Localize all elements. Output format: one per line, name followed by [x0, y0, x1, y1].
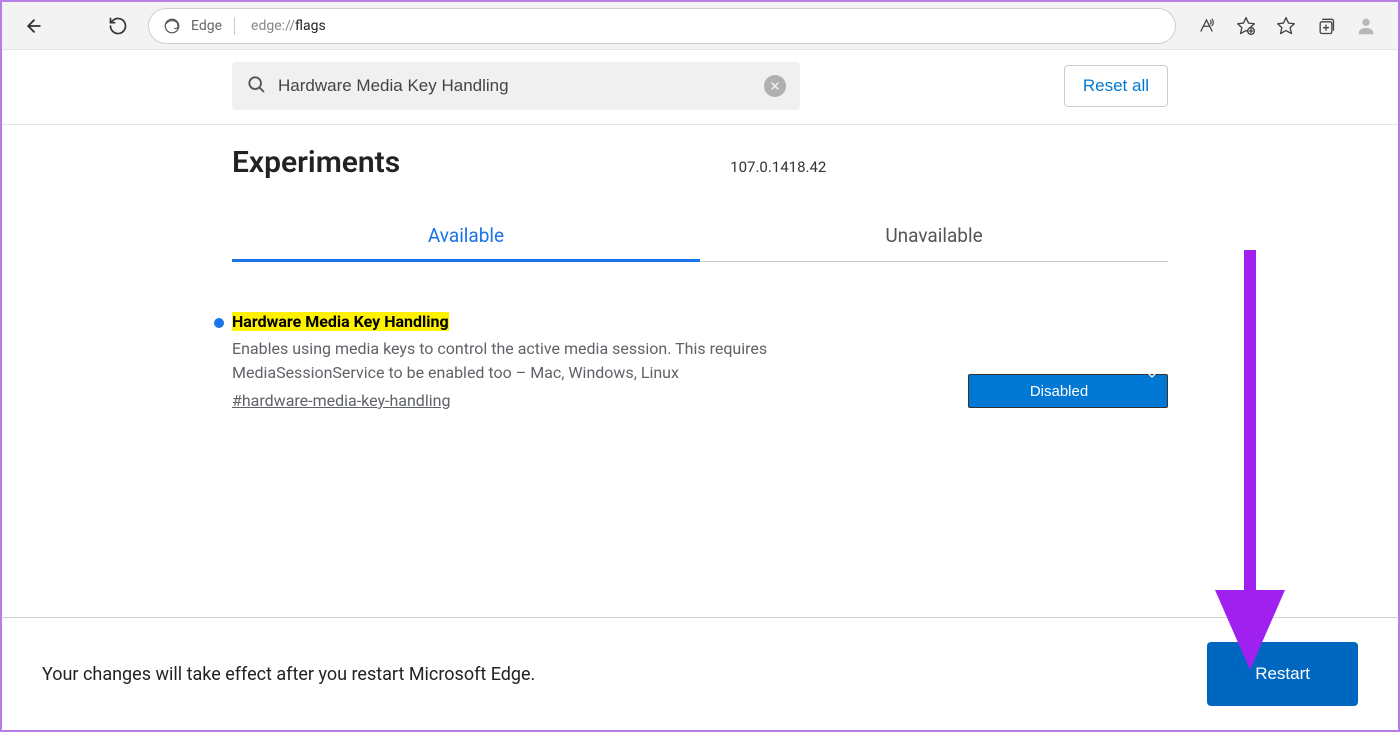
flags-search[interactable] — [232, 62, 800, 110]
flag-description: Enables using media keys to control the … — [232, 337, 832, 385]
flags-header: Reset all — [2, 50, 1398, 125]
read-aloud-icon[interactable] — [1188, 8, 1224, 44]
flag-title: Hardware Media Key Handling — [232, 312, 449, 331]
add-favorite-icon[interactable] — [1228, 8, 1264, 44]
page-title: Experiments — [232, 145, 400, 180]
url-prefix: edge:// — [251, 18, 295, 34]
back-button[interactable] — [16, 8, 52, 44]
flags-tabs: Available Unavailable — [232, 210, 1168, 262]
title-row: Experiments 107.0.1418.42 — [2, 125, 1398, 180]
address-label: Edge — [191, 18, 222, 34]
flag-main: Hardware Media Key Handling Enables usin… — [232, 312, 928, 410]
restart-bar: Your changes will take effect after you … — [2, 617, 1398, 730]
restart-button[interactable]: Restart — [1207, 642, 1358, 706]
profile-icon[interactable] — [1348, 8, 1384, 44]
clear-search-button[interactable] — [764, 75, 786, 97]
reset-all-button[interactable]: Reset all — [1064, 65, 1168, 107]
collections-icon[interactable] — [1308, 8, 1344, 44]
flag-state-select[interactable]: Disabled — [968, 374, 1168, 408]
flag-select-wrap: Disabled — [968, 344, 1168, 408]
url-path: flags — [295, 18, 326, 34]
edge-logo-icon — [163, 17, 181, 35]
restart-message: Your changes will take effect after you … — [42, 664, 535, 685]
tab-available[interactable]: Available — [232, 210, 700, 261]
flags-search-input[interactable] — [278, 76, 752, 96]
flags-body: Hardware Media Key Handling Enables usin… — [2, 262, 1398, 617]
address-separator — [234, 17, 235, 35]
tab-unavailable[interactable]: Unavailable — [700, 210, 1168, 261]
browser-toolbar: Edge edge://flags — [2, 2, 1398, 50]
flag-item: Hardware Media Key Handling Enables usin… — [232, 312, 1168, 410]
favorites-icon[interactable] — [1268, 8, 1304, 44]
modified-indicator-icon — [214, 318, 224, 328]
toolbar-right — [1188, 8, 1384, 44]
flag-anchor-link[interactable]: #hardware-media-key-handling — [232, 391, 928, 410]
version-label: 107.0.1418.42 — [730, 158, 826, 176]
address-bar[interactable]: Edge edge://flags — [148, 8, 1176, 44]
refresh-button[interactable] — [100, 8, 136, 44]
address-url: edge://flags — [251, 18, 326, 34]
page-content: Reset all Experiments 107.0.1418.42 Avai… — [2, 50, 1398, 730]
search-icon — [246, 74, 266, 98]
